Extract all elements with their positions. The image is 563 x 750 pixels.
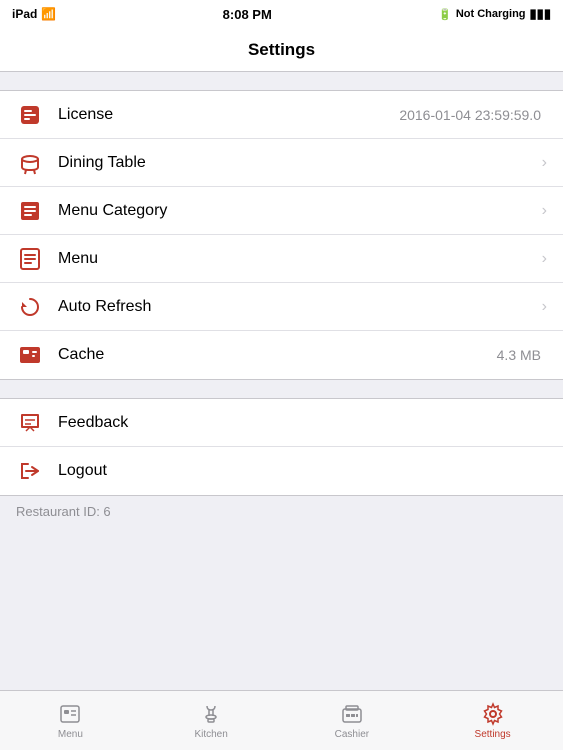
- menu-chevron: ›: [542, 250, 547, 268]
- tab-settings-icon: [481, 702, 505, 726]
- status-ipad-label: iPad: [12, 7, 37, 21]
- logout-label: Logout: [58, 462, 547, 480]
- menu-label: Menu: [58, 250, 536, 268]
- cache-label: Cache: [58, 346, 497, 364]
- menu-category-chevron: ›: [542, 202, 547, 220]
- tab-item-settings[interactable]: Settings: [422, 691, 563, 750]
- menu-icon: [16, 245, 44, 273]
- settings-row-dining-table[interactable]: Dining Table ›: [0, 139, 563, 187]
- logout-icon: [16, 457, 44, 485]
- charging-icon: 🔋: [438, 8, 452, 21]
- feedback-label: Feedback: [58, 414, 547, 432]
- nav-bar: Settings: [0, 28, 563, 72]
- status-bar: iPad 📶 8:08 PM 🔋 Not Charging ▮▮▮: [0, 0, 563, 28]
- cache-icon: [16, 341, 44, 369]
- cache-value: 4.3 MB: [497, 347, 541, 363]
- tab-menu-icon: [58, 702, 82, 726]
- dining-table-chevron: ›: [542, 154, 547, 172]
- license-label: License: [58, 106, 399, 124]
- wifi-icon: 📶: [41, 7, 56, 21]
- settings-row-auto-refresh[interactable]: Auto Refresh ›: [0, 283, 563, 331]
- dining-table-label: Dining Table: [58, 154, 536, 172]
- settings-row-menu[interactable]: Menu ›: [0, 235, 563, 283]
- tab-item-cashier[interactable]: Cashier: [282, 691, 423, 750]
- tab-cashier-icon: [340, 702, 364, 726]
- tab-kitchen-label: Kitchen: [194, 729, 227, 740]
- settings-row-menu-category[interactable]: Menu Category ›: [0, 187, 563, 235]
- battery-icon: ▮▮▮: [530, 6, 551, 22]
- dining-table-icon: [16, 149, 44, 177]
- settings-section-2: Feedback Logout: [0, 398, 563, 496]
- tab-item-kitchen[interactable]: Kitchen: [141, 691, 282, 750]
- status-time: 8:08 PM: [223, 7, 272, 22]
- tab-kitchen-icon: [199, 702, 223, 726]
- tab-bar: Menu Kitchen Cashier: [0, 690, 563, 750]
- settings-section-1: License 2016-01-04 23:59:59.0 Dining Tab…: [0, 90, 563, 380]
- auto-refresh-label: Auto Refresh: [58, 298, 536, 316]
- license-icon: [16, 101, 44, 129]
- menu-category-label: Menu Category: [58, 202, 536, 220]
- status-right: 🔋 Not Charging ▮▮▮: [438, 6, 551, 22]
- battery-status-label: Not Charging: [456, 8, 526, 20]
- auto-refresh-chevron: ›: [542, 298, 547, 316]
- footer-restaurant-id: Restaurant ID: 6: [0, 496, 563, 527]
- settings-row-license[interactable]: License 2016-01-04 23:59:59.0: [0, 91, 563, 139]
- settings-row-cache[interactable]: Cache 4.3 MB: [0, 331, 563, 379]
- settings-row-feedback[interactable]: Feedback: [0, 399, 563, 447]
- tab-menu-label: Menu: [58, 729, 83, 740]
- license-value: 2016-01-04 23:59:59.0: [399, 107, 541, 123]
- tab-cashier-label: Cashier: [335, 729, 369, 740]
- settings-row-logout[interactable]: Logout: [0, 447, 563, 495]
- feedback-icon: [16, 409, 44, 437]
- page-title: Settings: [248, 40, 315, 60]
- status-left: iPad 📶: [12, 7, 56, 21]
- section-gap-middle: [0, 380, 563, 398]
- menu-category-icon: [16, 197, 44, 225]
- auto-refresh-icon: [16, 293, 44, 321]
- tab-settings-label: Settings: [475, 729, 511, 740]
- tab-item-menu[interactable]: Menu: [0, 691, 141, 750]
- section-gap-top: [0, 72, 563, 90]
